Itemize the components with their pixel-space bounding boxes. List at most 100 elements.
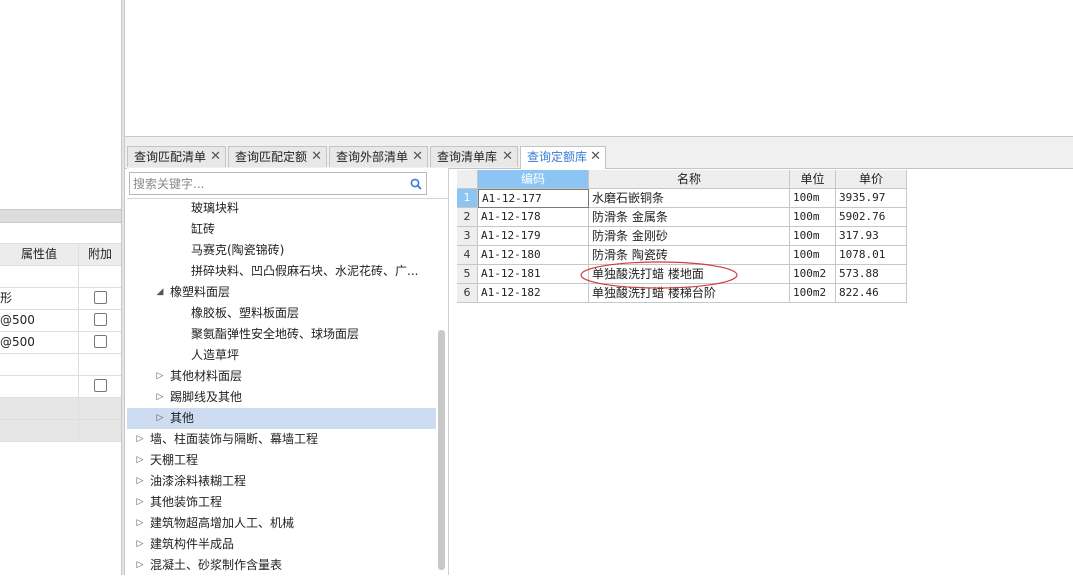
cell-unit[interactable]: 100m: [790, 227, 836, 246]
triangle-collapsed-icon[interactable]: ▷: [135, 471, 145, 492]
row-number[interactable]: 2: [457, 208, 478, 227]
tree-node[interactable]: 马赛克(陶瓷锦砖): [127, 240, 437, 261]
property-row[interactable]: [0, 266, 121, 288]
cell-code[interactable]: A1-12-182: [478, 284, 589, 303]
cell-unit[interactable]: 100m: [790, 246, 836, 265]
cell-code[interactable]: A1-12-179: [478, 227, 589, 246]
search-input[interactable]: [133, 175, 395, 192]
tree-scrollbar[interactable]: [438, 330, 445, 570]
tree-node[interactable]: ▷ 天棚工程: [127, 450, 437, 471]
tree-node[interactable]: ▷ 墙、柱面装饰与隔断、幕墙工程: [127, 429, 437, 450]
row-number[interactable]: 1: [457, 189, 478, 208]
property-row[interactable]: [0, 354, 121, 376]
triangle-collapsed-icon[interactable]: ▷: [135, 492, 145, 513]
tree-node-label: 建筑物超高增加人工、机械: [150, 516, 295, 530]
triangle-collapsed-icon[interactable]: ▷: [155, 408, 165, 429]
property-value[interactable]: @500: [0, 310, 79, 331]
property-value[interactable]: [0, 420, 79, 441]
tree-node[interactable]: ▷ 混凝土、砂浆制作含量表: [127, 555, 437, 576]
cell-unit[interactable]: 100m2: [790, 265, 836, 284]
tab-query-matched-quota[interactable]: 查询匹配定额 ✕: [228, 146, 327, 167]
column-header-unit[interactable]: 单位: [790, 170, 836, 189]
extra-checkbox[interactable]: [93, 313, 107, 326]
property-row[interactable]: [0, 420, 121, 442]
cell-price[interactable]: 822.46: [836, 284, 907, 303]
search-icon[interactable]: [410, 178, 422, 190]
cell-price[interactable]: 317.93: [836, 227, 907, 246]
extra-checkbox[interactable]: [93, 379, 107, 392]
triangle-collapsed-icon[interactable]: ▷: [135, 555, 145, 576]
row-number[interactable]: 4: [457, 246, 478, 265]
triangle-collapsed-icon[interactable]: ▷: [135, 513, 145, 534]
tree-node[interactable]: ▷ 其他: [127, 408, 436, 429]
close-icon[interactable]: ✕: [210, 147, 221, 167]
tab-query-matched-bill[interactable]: 查询匹配清单 ✕: [127, 146, 226, 167]
row-number[interactable]: 6: [457, 284, 478, 303]
cell-name[interactable]: 防滑条 金属条: [589, 208, 790, 227]
tree-node[interactable]: ▷ 其他材料面层: [127, 366, 437, 387]
tab-label: 查询匹配定额: [235, 150, 308, 164]
tab-query-external-bill[interactable]: 查询外部清单 ✕: [329, 146, 428, 167]
property-value[interactable]: @500: [0, 332, 79, 353]
tree-node[interactable]: 缸砖: [127, 219, 437, 240]
tree-node[interactable]: 玻璃块料: [127, 198, 437, 219]
extra-checkbox[interactable]: [93, 335, 107, 348]
triangle-collapsed-icon[interactable]: ▷: [135, 429, 145, 450]
cell-price[interactable]: 5902.76: [836, 208, 907, 227]
cell-code[interactable]: A1-12-181: [478, 265, 589, 284]
tree-node[interactable]: ▷ 建筑构件半成品: [127, 534, 437, 555]
close-icon[interactable]: ✕: [412, 147, 423, 167]
cell-price[interactable]: 1078.01: [836, 246, 907, 265]
property-row[interactable]: [0, 398, 121, 420]
property-row[interactable]: @500: [0, 332, 121, 354]
property-value[interactable]: [0, 376, 79, 397]
row-number[interactable]: 5: [457, 265, 478, 284]
tree-node[interactable]: 聚氨酯弹性安全地砖、球场面层: [127, 324, 437, 345]
triangle-collapsed-icon[interactable]: ▷: [135, 450, 145, 471]
triangle-expanded-icon[interactable]: ◢: [155, 282, 165, 303]
column-header-code[interactable]: 编码: [478, 170, 589, 189]
property-value[interactable]: [0, 354, 79, 375]
property-extra-cell: [79, 266, 121, 287]
property-row[interactable]: @500: [0, 310, 121, 332]
triangle-collapsed-icon[interactable]: ▷: [155, 366, 165, 387]
row-number[interactable]: 3: [457, 227, 478, 246]
extra-checkbox[interactable]: [93, 291, 107, 304]
tree-node[interactable]: ▷ 油漆涂料裱糊工程: [127, 471, 437, 492]
tree-node[interactable]: ▷ 建筑物超高增加人工、机械: [127, 513, 437, 534]
cell-code[interactable]: A1-12-177: [478, 189, 589, 208]
triangle-collapsed-icon[interactable]: ▷: [135, 534, 145, 555]
cell-price[interactable]: 573.88: [836, 265, 907, 284]
column-header-price[interactable]: 单价: [836, 170, 907, 189]
cell-name[interactable]: 防滑条 金刚砂: [589, 227, 790, 246]
cell-code[interactable]: A1-12-178: [478, 208, 589, 227]
cell-unit[interactable]: 100m2: [790, 284, 836, 303]
property-row[interactable]: [0, 376, 121, 398]
cell-name[interactable]: 防滑条 陶瓷砖: [589, 246, 790, 265]
tree-node[interactable]: 人造草坪: [127, 345, 437, 366]
column-header-name[interactable]: 名称: [589, 170, 790, 189]
cell-name[interactable]: 单独酸洗打蜡 楼梯台阶: [589, 284, 790, 303]
tab-query-bill-library[interactable]: 查询清单库 ✕: [430, 146, 518, 167]
cell-name[interactable]: 单独酸洗打蜡 楼地面: [589, 265, 790, 284]
triangle-collapsed-icon[interactable]: ▷: [155, 387, 165, 408]
close-icon[interactable]: ✕: [590, 147, 601, 167]
cell-code[interactable]: A1-12-180: [478, 246, 589, 265]
tree-node[interactable]: ▷ 踢脚线及其他: [127, 387, 437, 408]
property-value[interactable]: [0, 398, 79, 419]
tree-node[interactable]: 拼碎块料、凹凸假麻石块、水泥花砖、广...: [127, 261, 437, 282]
property-value[interactable]: 形: [0, 288, 79, 309]
tree-node-label: 拼碎块料、凹凸假麻石块、水泥花砖、广...: [191, 264, 419, 278]
property-row[interactable]: 形: [0, 288, 121, 310]
close-icon[interactable]: ✕: [311, 147, 322, 167]
cell-unit[interactable]: 100m: [790, 208, 836, 227]
cell-name[interactable]: 水磨石嵌铜条: [589, 189, 790, 208]
property-value[interactable]: [0, 266, 79, 287]
tree-node[interactable]: ▷ 其他装饰工程: [127, 492, 437, 513]
tree-node[interactable]: 橡胶板、塑料板面层: [127, 303, 437, 324]
cell-price[interactable]: 3935.97: [836, 189, 907, 208]
cell-unit[interactable]: 100m: [790, 189, 836, 208]
close-icon[interactable]: ✕: [502, 147, 513, 167]
tab-query-quota-library[interactable]: 查询定额库 ✕: [520, 146, 606, 169]
tree-node[interactable]: ◢ 橡塑料面层: [127, 282, 437, 303]
